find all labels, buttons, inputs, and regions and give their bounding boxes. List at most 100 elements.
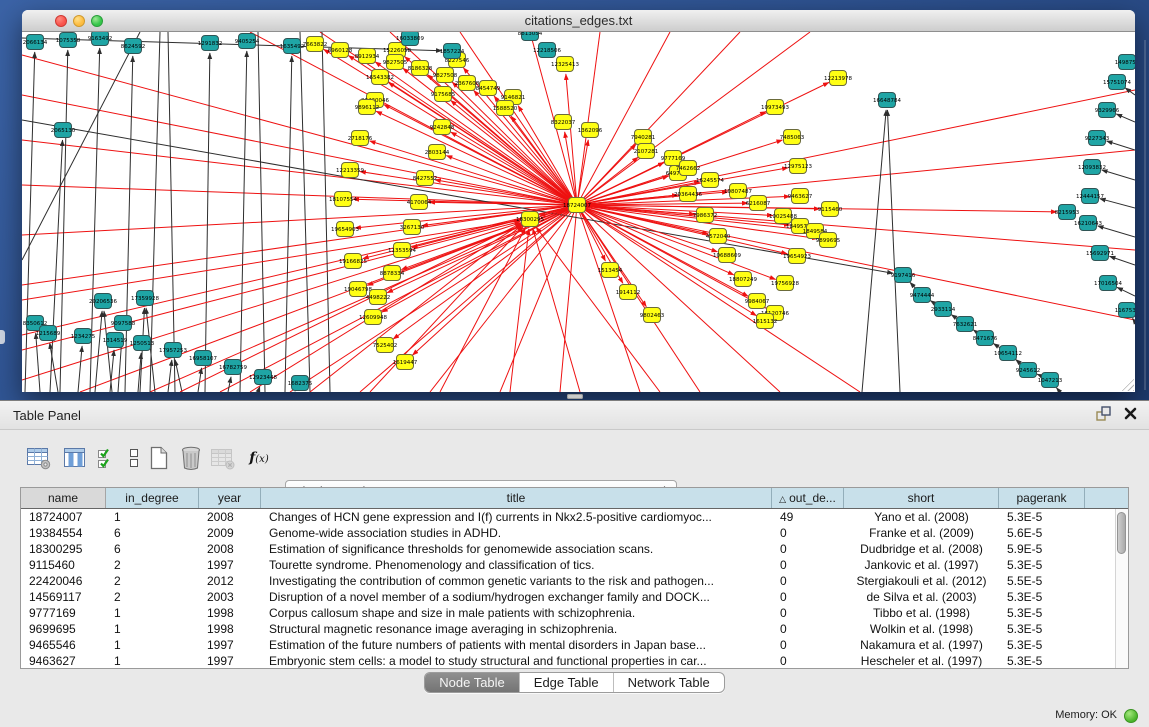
graph-edge[interactable] (285, 56, 292, 392)
column-header-year[interactable]: year (199, 488, 261, 508)
graph-edge[interactable] (175, 360, 182, 392)
table-row[interactable]: 911546021997Tourette syndrome. Phenomeno… (21, 557, 1115, 573)
column-header-name[interactable]: name (21, 488, 106, 508)
graph-edge[interactable] (22, 55, 577, 205)
graph-edge[interactable] (60, 50, 68, 392)
tab-node-table[interactable]: Node Table (425, 673, 519, 692)
table-cell[interactable]: Estimation of significance thresholds fo… (261, 541, 772, 557)
graph-edge[interactable] (887, 110, 900, 392)
table-cell[interactable]: 0 (772, 653, 844, 668)
table-cell[interactable]: de Silva et al. (2003) (844, 589, 999, 605)
table-row[interactable]: 1456911722003Disruption of a novel membe… (21, 589, 1115, 605)
table-cell[interactable]: 1 (106, 605, 199, 621)
graph-edge[interactable] (1098, 226, 1135, 237)
graph-edge[interactable] (258, 32, 265, 392)
close-icon[interactable] (1124, 407, 1137, 425)
table-row[interactable]: 1830029562008Estimation of significance … (21, 541, 1115, 557)
table-cell[interactable]: 0 (772, 525, 844, 541)
table-row[interactable]: 969969511998Structural magnetic resonanc… (21, 621, 1115, 637)
graph-edge[interactable] (1117, 287, 1135, 296)
table-cell[interactable]: Tibbo et al. (1998) (844, 605, 999, 621)
table-cell[interactable]: 2008 (199, 509, 261, 525)
graph-edge[interactable] (560, 205, 577, 392)
graph-edge[interactable] (240, 51, 247, 392)
table-cell[interactable]: 0 (772, 589, 844, 605)
graph-edge[interactable] (168, 32, 175, 392)
graph-edge[interactable] (577, 205, 1135, 320)
table-cell[interactable]: 0 (772, 621, 844, 637)
table-cell[interactable]: Yano et al. (2008) (844, 509, 999, 525)
split-divider-handle[interactable] (567, 394, 583, 399)
graph-edge[interactable] (577, 205, 787, 254)
tab-edge-table[interactable]: Edge Table (519, 673, 613, 692)
table-cell[interactable]: 9463627 (21, 653, 106, 668)
table-cell[interactable]: 0 (772, 573, 844, 589)
graph-edge[interactable] (577, 32, 810, 205)
scrollbar-thumb[interactable] (1117, 512, 1126, 554)
graph-edge[interactable] (22, 205, 577, 235)
table-cell[interactable]: 5.5E-5 (999, 573, 1085, 589)
table-cell[interactable]: 2003 (199, 589, 261, 605)
table-cell[interactable]: 2009 (199, 525, 261, 541)
table-cell[interactable]: 5.9E-5 (999, 541, 1085, 557)
table-cell[interactable]: 1997 (199, 557, 261, 573)
table-cell[interactable]: Structural magnetic resonance image aver… (261, 621, 772, 637)
graph-edge[interactable] (1116, 114, 1135, 122)
table-cell[interactable]: 0 (772, 637, 844, 653)
table-cell[interactable]: 18300295 (21, 541, 106, 557)
table-cell[interactable]: 6 (106, 541, 199, 557)
table-cell[interactable]: 5.3E-5 (999, 557, 1085, 573)
graph-edge[interactable] (25, 52, 35, 392)
graph-edge[interactable] (22, 38, 442, 51)
table-cell[interactable]: Franke et al. (2009) (844, 525, 999, 541)
table-cell[interactable]: 2012 (199, 573, 261, 589)
table-cell[interactable]: 0 (772, 557, 844, 573)
column-header-title[interactable]: title (261, 488, 772, 508)
table-cell[interactable]: 5.3E-5 (999, 605, 1085, 621)
table-cell[interactable]: Genome-wide association studies in ADHD. (261, 525, 772, 541)
table-cell[interactable]: Jankovic et al. (1997) (844, 557, 999, 573)
graph-edge[interactable] (198, 368, 202, 392)
graph-edge[interactable] (577, 32, 600, 205)
table-row[interactable]: 2242004622012Investigating the contribut… (21, 573, 1115, 589)
table-cell[interactable]: 2 (106, 573, 199, 589)
show-columns-icon[interactable] (60, 442, 90, 474)
graph-edge[interactable] (577, 90, 1135, 205)
table-row[interactable]: 946362711997Embryonic stem cells: a mode… (21, 653, 1115, 668)
graph-edge[interactable] (1100, 199, 1135, 208)
table-cell[interactable]: 1998 (199, 621, 261, 637)
table-cell[interactable]: Dudbridge et al. (2008) (844, 541, 999, 557)
table-cell[interactable]: Disruption of a novel member of a sodium… (261, 589, 772, 605)
delete-columns-icon[interactable] (176, 442, 206, 474)
table-cell[interactable]: 6 (106, 525, 199, 541)
tab-network-table[interactable]: Network Table (613, 673, 724, 692)
float-panel-icon[interactable] (1095, 405, 1112, 427)
select-all-icon[interactable] (92, 442, 122, 474)
graph-edge[interactable] (577, 157, 638, 205)
graph-edge[interactable] (228, 377, 231, 392)
graph-edge[interactable] (205, 53, 210, 392)
network-canvas[interactable]: 1872400712213359181075541965490319166825… (22, 32, 1135, 392)
table-cell[interactable]: Embryonic stem cells: a model to study s… (261, 653, 772, 668)
table-cell[interactable]: 1997 (199, 653, 261, 668)
minimize-traffic-light[interactable] (73, 15, 85, 27)
graph-edge[interactable] (1107, 141, 1135, 150)
table-cell[interactable]: Estimation of the future numbers of pati… (261, 637, 772, 653)
graph-edge[interactable] (1056, 388, 1060, 392)
graph-edge[interactable] (22, 32, 140, 260)
graph-edge[interactable] (22, 205, 577, 285)
table-vertical-scrollbar[interactable] (1115, 509, 1128, 668)
table-row[interactable]: 1872400712008Changes of HCN gene express… (21, 509, 1115, 525)
table-cell[interactable]: Investigating the contribution of common… (261, 573, 772, 589)
column-header-short[interactable]: short (844, 488, 999, 508)
graph-edge[interactable] (376, 111, 577, 205)
network-window-titlebar[interactable]: citations_edges.txt (22, 10, 1135, 32)
delete-table-icon[interactable] (208, 442, 238, 474)
memory-ok-indicator[interactable] (1124, 709, 1138, 723)
column-header-pagerank[interactable]: pagerank (999, 488, 1085, 508)
table-cell[interactable]: 49 (772, 509, 844, 525)
table-cell[interactable]: 5.3E-5 (999, 637, 1085, 653)
table-row[interactable]: 1938455462009Genome-wide association stu… (21, 525, 1115, 541)
table-cell[interactable]: 5.3E-5 (999, 653, 1085, 668)
table-cell[interactable]: Stergiakouli et al. (2012) (844, 573, 999, 589)
